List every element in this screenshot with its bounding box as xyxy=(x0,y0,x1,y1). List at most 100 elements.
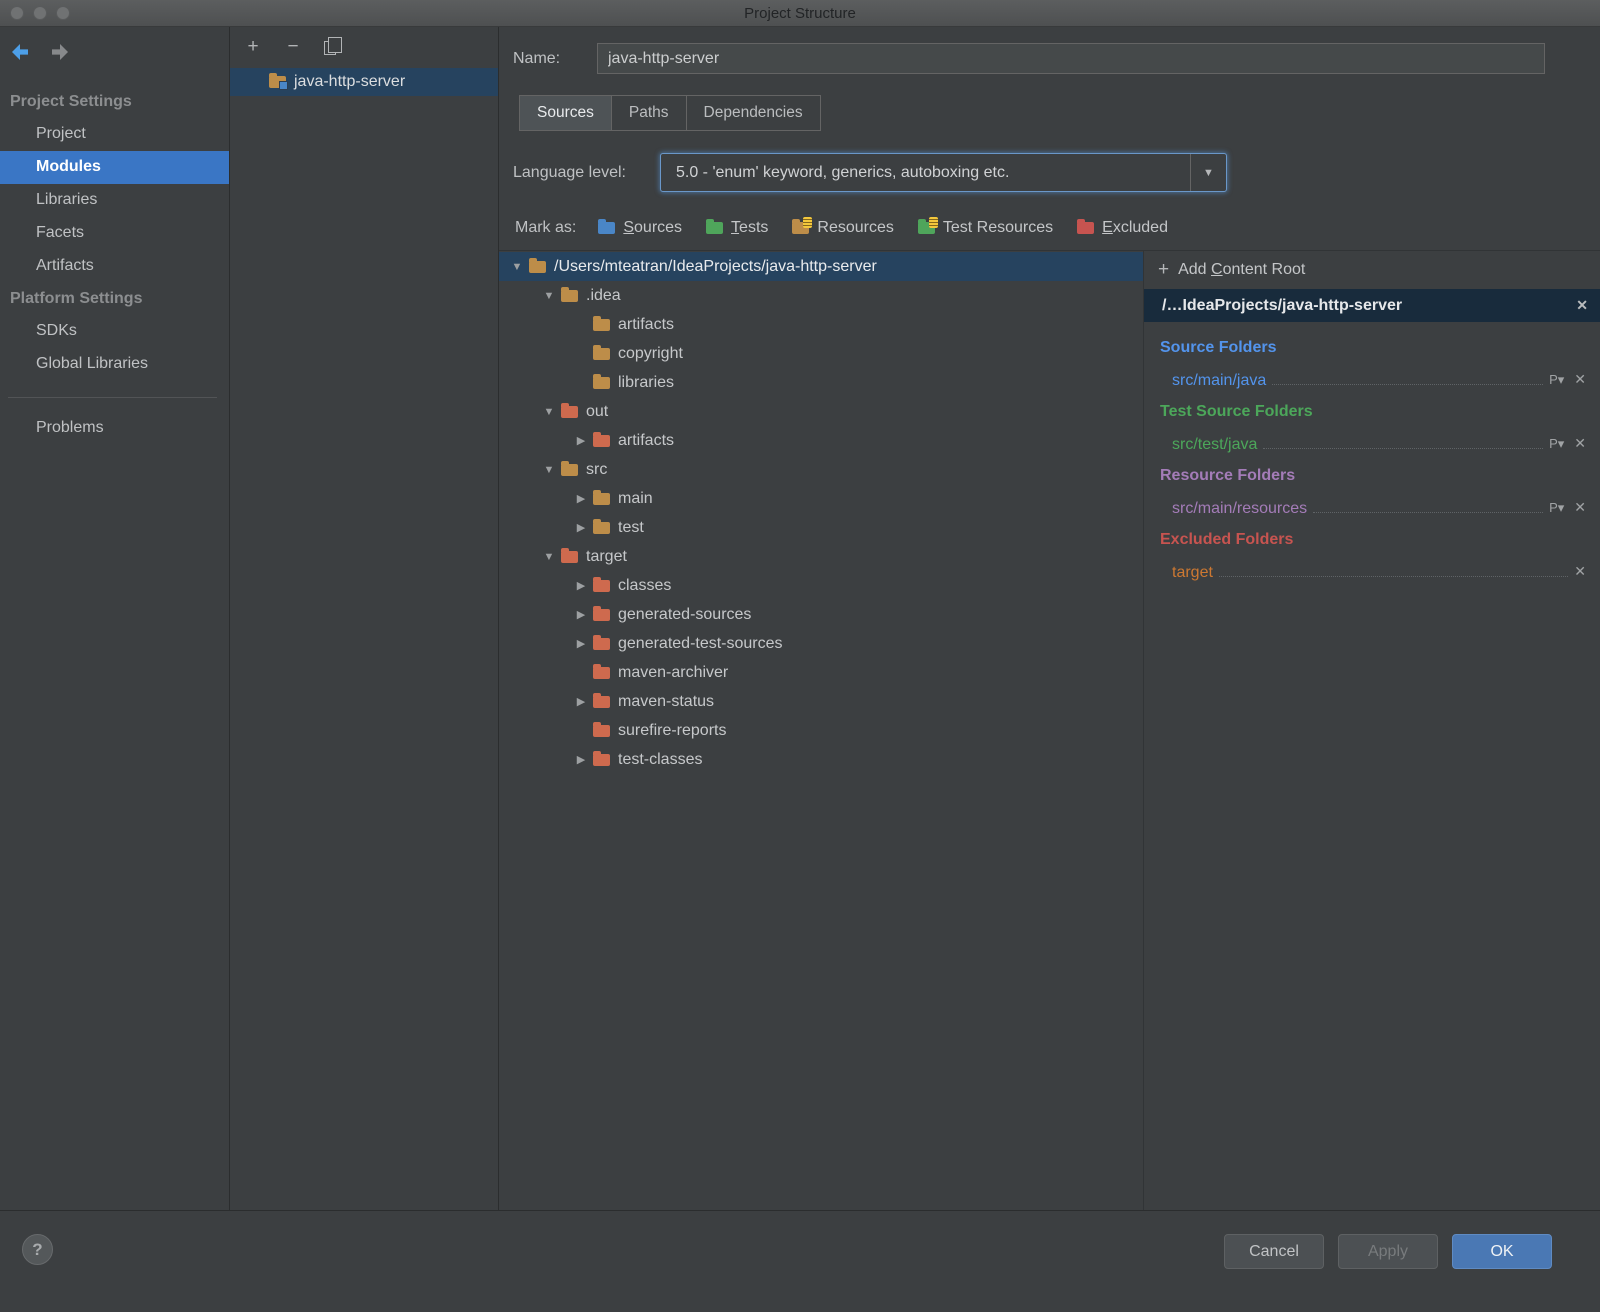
test-source-folders-header: Test Source Folders xyxy=(1160,403,1313,420)
folder-icon xyxy=(561,286,578,302)
sidebar-item-libraries[interactable]: Libraries xyxy=(0,184,229,217)
excluded-folder-icon xyxy=(561,547,578,563)
tree-row[interactable]: ▶ main xyxy=(499,484,1143,513)
folder-properties-icon[interactable]: P▾ xyxy=(1549,500,1564,518)
sidebar-item-artifacts[interactable]: Artifacts xyxy=(0,250,229,283)
project-structure-dialog: Project Structure Project Settings Proje… xyxy=(0,0,1600,1312)
minimize-window-button[interactable] xyxy=(33,6,47,20)
tree-row[interactable]: ▶ artifacts xyxy=(499,426,1143,455)
sidebar-item-problems[interactable]: Problems xyxy=(0,412,229,445)
expand-icon[interactable]: ▶ xyxy=(569,637,593,650)
module-name: java-http-server xyxy=(294,73,406,90)
expand-icon[interactable]: ▶ xyxy=(569,695,593,708)
mark-as-test-resources-button[interactable]: Test Resources xyxy=(917,217,1053,237)
expand-icon[interactable]: ▶ xyxy=(569,753,593,766)
folder-icon xyxy=(593,315,610,331)
sidebar-item-global-libraries[interactable]: Global Libraries xyxy=(0,348,229,381)
add-content-root-button[interactable]: + Add Content Root xyxy=(1144,251,1600,289)
folder-properties-icon[interactable]: P▾ xyxy=(1549,372,1564,390)
sources-folder-icon xyxy=(598,219,616,234)
tree-row[interactable]: artifacts xyxy=(499,310,1143,339)
remove-folder-icon[interactable]: ✕ xyxy=(1574,435,1586,454)
excluded-folder-icon xyxy=(1077,219,1095,234)
collapse-icon[interactable]: ▼ xyxy=(537,464,561,476)
remove-folder-icon[interactable]: ✕ xyxy=(1574,371,1586,390)
forward-button[interactable] xyxy=(46,40,74,64)
sidebar-item-project[interactable]: Project xyxy=(0,118,229,151)
expand-icon[interactable]: ▶ xyxy=(569,521,593,534)
dotted-leader xyxy=(1313,512,1544,513)
tab-paths[interactable]: Paths xyxy=(611,95,687,131)
add-module-button[interactable]: + xyxy=(244,37,262,56)
collapse-icon[interactable]: ▼ xyxy=(537,290,561,302)
folder-properties-icon[interactable]: P▾ xyxy=(1549,436,1564,454)
dotted-leader xyxy=(1263,448,1544,449)
tab-sources[interactable]: Sources xyxy=(519,95,612,131)
back-button[interactable] xyxy=(6,40,34,64)
source-folder-link[interactable]: src/main/java xyxy=(1172,372,1266,390)
tree-row[interactable]: ▶ test xyxy=(499,513,1143,542)
chevron-down-icon[interactable]: ▼ xyxy=(1189,154,1226,191)
remove-folder-icon[interactable]: ✕ xyxy=(1574,499,1586,518)
test-resources-folder-icon xyxy=(917,217,938,234)
sidebar-item-modules[interactable]: Modules xyxy=(0,151,229,184)
expand-icon[interactable]: ▶ xyxy=(569,608,593,621)
mark-as-sources-button[interactable]: Sources xyxy=(598,219,682,237)
expand-icon[interactable]: ▶ xyxy=(569,492,593,505)
module-name-input[interactable] xyxy=(597,43,1545,74)
tree-row[interactable]: ▶ generated-test-sources xyxy=(499,629,1143,658)
module-list-panel: + − java-http-server xyxy=(230,27,499,1210)
tree-row[interactable]: ▼ .idea xyxy=(499,281,1143,310)
name-label: Name: xyxy=(513,49,561,67)
copy-module-icon[interactable] xyxy=(324,36,342,55)
expand-icon[interactable]: ▶ xyxy=(569,579,593,592)
tree-row[interactable]: ▼ target xyxy=(499,542,1143,571)
module-list-item[interactable]: java-http-server xyxy=(230,68,498,96)
sidebar-item-facets[interactable]: Facets xyxy=(0,217,229,250)
tree-row[interactable]: ▼ out xyxy=(499,397,1143,426)
mark-as-tests-button[interactable]: Tests xyxy=(706,219,768,237)
forward-arrow-icon xyxy=(52,44,68,60)
apply-button[interactable]: Apply xyxy=(1338,1234,1438,1269)
close-window-button[interactable] xyxy=(10,6,24,20)
collapse-icon[interactable]: ▼ xyxy=(505,261,529,273)
tree-row[interactable]: ▶ generated-sources xyxy=(499,600,1143,629)
ok-button[interactable]: OK xyxy=(1452,1234,1552,1269)
content-root-row[interactable]: /…IdeaProjects/java-http-server ✕ xyxy=(1144,289,1600,322)
tree-row[interactable]: libraries xyxy=(499,368,1143,397)
collapse-icon[interactable]: ▼ xyxy=(537,551,561,563)
resource-folder-link[interactable]: src/main/resources xyxy=(1172,500,1307,518)
resource-folder-row: src/main/resources P▾ ✕ xyxy=(1172,490,1586,518)
zoom-window-button[interactable] xyxy=(56,6,70,20)
content-root-path: /…IdeaProjects/java-http-server xyxy=(1162,296,1403,314)
mark-as-excluded-button[interactable]: Excluded xyxy=(1077,219,1168,237)
content-roots-panel: + Add Content Root /…IdeaProjects/java-h… xyxy=(1143,251,1600,1210)
tree-row[interactable]: ▼ src xyxy=(499,455,1143,484)
collapse-icon[interactable]: ▼ xyxy=(537,406,561,418)
section-header-platform-settings: Platform Settings xyxy=(10,290,143,307)
remove-content-root-icon[interactable]: ✕ xyxy=(1576,297,1588,314)
sidebar-item-sdks[interactable]: SDKs xyxy=(0,315,229,348)
test-source-folder-link[interactable]: src/test/java xyxy=(1172,436,1257,454)
cancel-button[interactable]: Cancel xyxy=(1224,1234,1324,1269)
tab-dependencies[interactable]: Dependencies xyxy=(686,95,821,131)
remove-folder-icon[interactable]: ✕ xyxy=(1574,563,1586,582)
tree-row[interactable]: copyright xyxy=(499,339,1143,368)
help-button[interactable]: ? xyxy=(22,1234,53,1265)
remove-module-button[interactable]: − xyxy=(284,37,302,56)
tree-row[interactable]: ▶ classes xyxy=(499,571,1143,600)
test-source-folder-row: src/test/java P▾ ✕ xyxy=(1172,426,1586,454)
excluded-folder-link[interactable]: target xyxy=(1172,564,1213,582)
back-arrow-icon xyxy=(12,44,28,60)
tree-row[interactable]: ▶ maven-status xyxy=(499,687,1143,716)
titlebar: Project Structure xyxy=(0,0,1600,27)
tree-row[interactable]: ▶ test-classes xyxy=(499,745,1143,774)
tree-row-root[interactable]: ▼ /Users/mteatran/IdeaProjects/java-http… xyxy=(499,252,1143,281)
tree-row[interactable]: surefire-reports xyxy=(499,716,1143,745)
language-level-select[interactable]: 5.0 - 'enum' keyword, generics, autoboxi… xyxy=(659,153,1227,192)
tree-row[interactable]: maven-archiver xyxy=(499,658,1143,687)
excluded-folders-header: Excluded Folders xyxy=(1160,531,1294,548)
expand-icon[interactable]: ▶ xyxy=(569,434,593,447)
mark-as-resources-button[interactable]: Resources xyxy=(792,217,894,237)
excluded-folder-icon xyxy=(593,576,610,592)
